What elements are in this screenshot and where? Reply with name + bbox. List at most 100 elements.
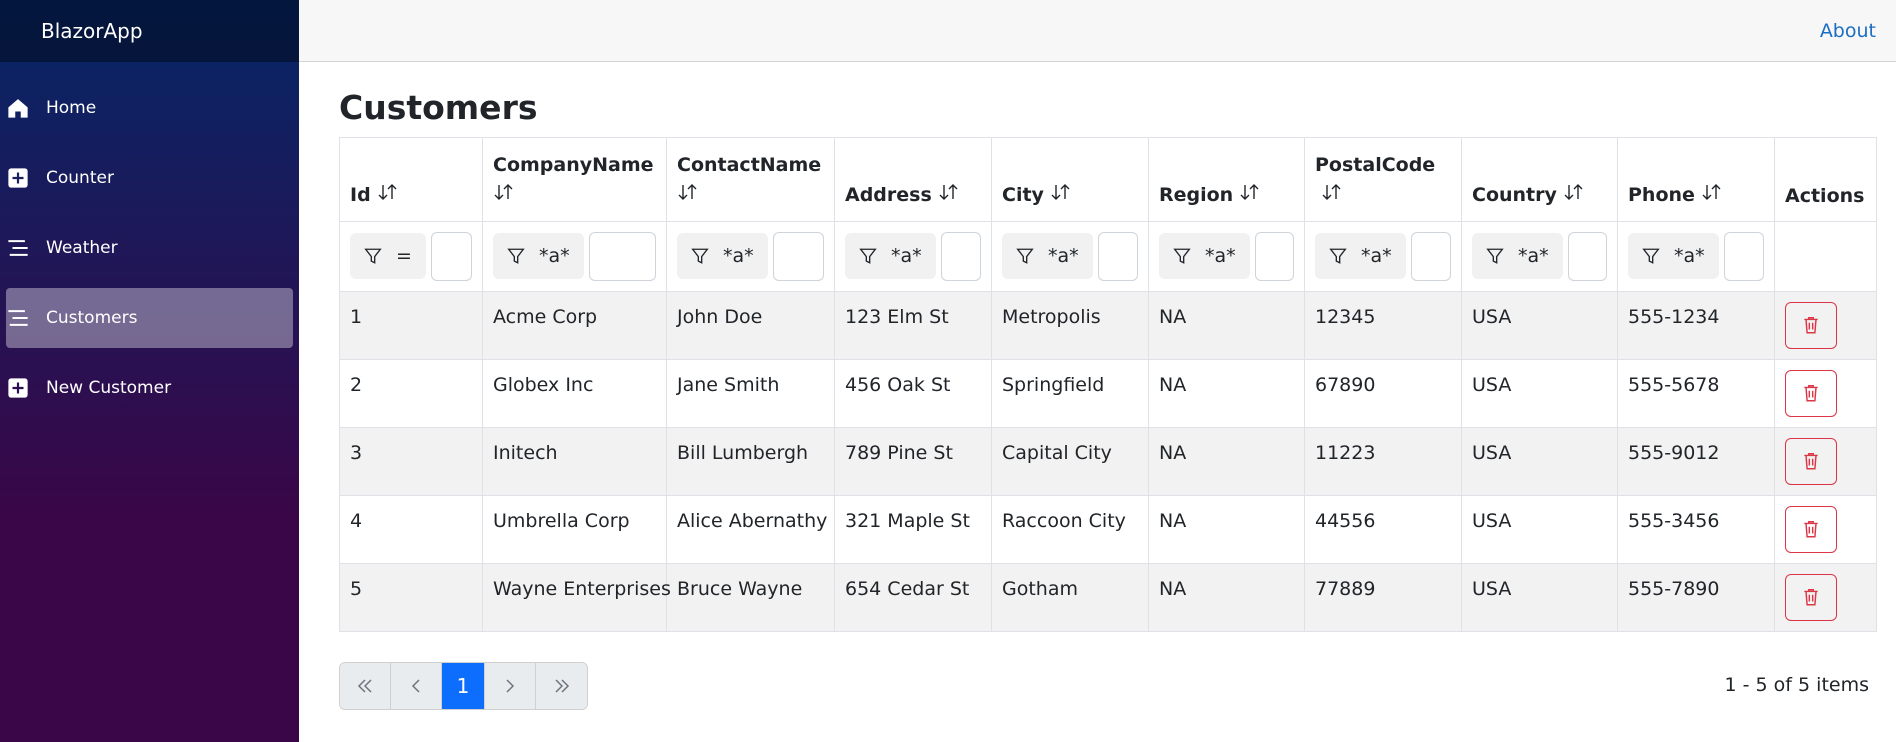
cell-text: 789 Pine St	[845, 441, 953, 464]
filter-operator-button[interactable]: *a*	[1159, 233, 1250, 279]
sort-icon[interactable]	[1321, 181, 1343, 211]
column-title: CompanyName	[493, 154, 654, 176]
page-title: Customers	[339, 88, 538, 127]
cell-text: NA	[1159, 305, 1187, 328]
last-page-button[interactable]	[536, 662, 587, 709]
nav-item-label: Counter	[46, 168, 114, 188]
filter-row: = *a* *a* *a* *a* *a* *a* *a* *a*	[339, 220, 1877, 292]
table-row: 1 Acme Corp John Doe 123 Elm St Metropolis NA…	[339, 290, 1877, 360]
home-icon	[6, 96, 30, 120]
column-header-address[interactable]: Address	[834, 137, 992, 222]
previous-page-button[interactable]	[391, 662, 442, 709]
cell-text: Globex Inc	[493, 373, 594, 396]
column-header-contactname[interactable]: ContactName	[666, 137, 835, 222]
filter-cell: *a*	[666, 220, 835, 292]
nav-item-label: Customers	[46, 308, 138, 328]
filter-operator: *a*	[1361, 245, 1392, 267]
sort-icon[interactable]	[1239, 181, 1261, 211]
cell-text: 654 Cedar St	[845, 577, 970, 600]
filter-input-region[interactable]	[1254, 231, 1294, 281]
cell-address: 456 Oak St	[834, 358, 992, 428]
filter-operator-button[interactable]: =	[350, 233, 426, 279]
cell-address: 654 Cedar St	[834, 562, 992, 632]
first-page-button[interactable]	[340, 662, 391, 709]
brand-link[interactable]: BlazorApp	[41, 19, 143, 43]
column-header-companyname[interactable]: CompanyName	[482, 137, 667, 222]
filter-operator: *a*	[723, 245, 754, 267]
pager-summary: 1 - 5 of 5 items	[1724, 673, 1869, 696]
filter-operator-button[interactable]: *a*	[493, 233, 584, 279]
cell-phone: 555-7890	[1617, 562, 1775, 632]
filter-icon	[1642, 248, 1660, 264]
column-header-phone[interactable]: Phone	[1617, 137, 1775, 222]
nav-item-counter[interactable]: Counter	[6, 148, 293, 208]
grid-body: 1 Acme Corp John Doe 123 Elm St Metropolis NA…	[339, 290, 1877, 632]
column-header-city[interactable]: City	[991, 137, 1149, 222]
nav-item-customers[interactable]: Customers	[6, 288, 293, 348]
trash-icon	[1804, 385, 1818, 402]
sort-icon[interactable]	[1563, 181, 1585, 211]
nav-item-home[interactable]: Home	[6, 78, 293, 138]
delete-button[interactable]	[1785, 437, 1837, 485]
cell-id: 3	[339, 426, 483, 496]
filter-input-address[interactable]	[940, 231, 981, 281]
filter-cell-empty	[1774, 220, 1877, 292]
column-header-country[interactable]: Country	[1461, 137, 1618, 222]
cell-region: NA	[1148, 358, 1305, 428]
sort-icon[interactable]	[377, 181, 399, 211]
sort-icon[interactable]	[1701, 181, 1723, 211]
filter-operator-button[interactable]: *a*	[845, 233, 936, 279]
filter-operator-button[interactable]: *a*	[1628, 233, 1719, 279]
cell-text: Gotham	[1002, 577, 1078, 600]
filter-input-id[interactable]	[430, 231, 472, 281]
filter-input-city[interactable]	[1097, 231, 1138, 281]
page-button-current[interactable]: 1	[442, 662, 485, 709]
filter-input-phone[interactable]	[1723, 231, 1764, 281]
filter-operator: *a*	[1518, 245, 1549, 267]
cell-text: 11223	[1315, 441, 1376, 464]
delete-button[interactable]	[1785, 573, 1837, 621]
filter-operator-button[interactable]: *a*	[1472, 233, 1563, 279]
next-page-button[interactable]	[485, 662, 536, 709]
cell-text: John Doe	[677, 305, 763, 328]
filter-input-postalcode[interactable]	[1410, 231, 1451, 281]
cell-postalcode: 12345	[1304, 290, 1462, 360]
filter-operator-button[interactable]: *a*	[1315, 233, 1406, 279]
top-row: About	[299, 0, 1896, 62]
nav-item-label: Weather	[46, 238, 118, 258]
nav-item-new-customer[interactable]: New Customer	[6, 358, 293, 418]
column-header-postalcode[interactable]: PostalCode	[1304, 137, 1462, 222]
delete-button[interactable]	[1785, 505, 1837, 553]
cell-text: 44556	[1315, 509, 1376, 532]
filter-operator-button[interactable]: *a*	[677, 233, 768, 279]
cell-text: Springfield	[1002, 373, 1105, 396]
sidebar: BlazorApp Home Counter Weather Customers	[0, 0, 299, 742]
filter-input-contactname[interactable]	[772, 231, 824, 281]
cell-text: 3	[350, 441, 363, 464]
cell-text: 555-5678	[1628, 373, 1720, 396]
cell-text: 555-7890	[1628, 577, 1720, 600]
chevron-left-icon	[411, 678, 420, 693]
cell-postalcode: 11223	[1304, 426, 1462, 496]
sort-icon[interactable]	[938, 181, 960, 211]
sort-icon[interactable]	[677, 181, 699, 211]
cell-text: 4	[350, 509, 363, 532]
sort-icon[interactable]	[1050, 181, 1072, 211]
filter-icon	[1329, 248, 1347, 264]
filter-operator-button[interactable]: *a*	[1002, 233, 1093, 279]
delete-button[interactable]	[1785, 301, 1837, 349]
filter-input-country[interactable]	[1567, 231, 1607, 281]
plus-square-icon	[6, 166, 30, 190]
table-row: 5 Wayne Enterprises Bruce Wayne 654 Cedar S…	[339, 562, 1877, 632]
column-title: Region	[1159, 184, 1234, 206]
filter-icon	[1016, 248, 1034, 264]
nav-item-weather[interactable]: Weather	[6, 218, 293, 278]
about-link[interactable]: About	[1820, 20, 1876, 42]
pager: 1	[339, 661, 588, 710]
filter-input-companyname[interactable]	[588, 231, 656, 281]
delete-button[interactable]	[1785, 369, 1837, 417]
sort-icon[interactable]	[493, 181, 515, 211]
column-header-region[interactable]: Region	[1148, 137, 1305, 222]
column-title: ContactName	[677, 154, 822, 176]
column-header-id[interactable]: Id	[339, 137, 483, 222]
